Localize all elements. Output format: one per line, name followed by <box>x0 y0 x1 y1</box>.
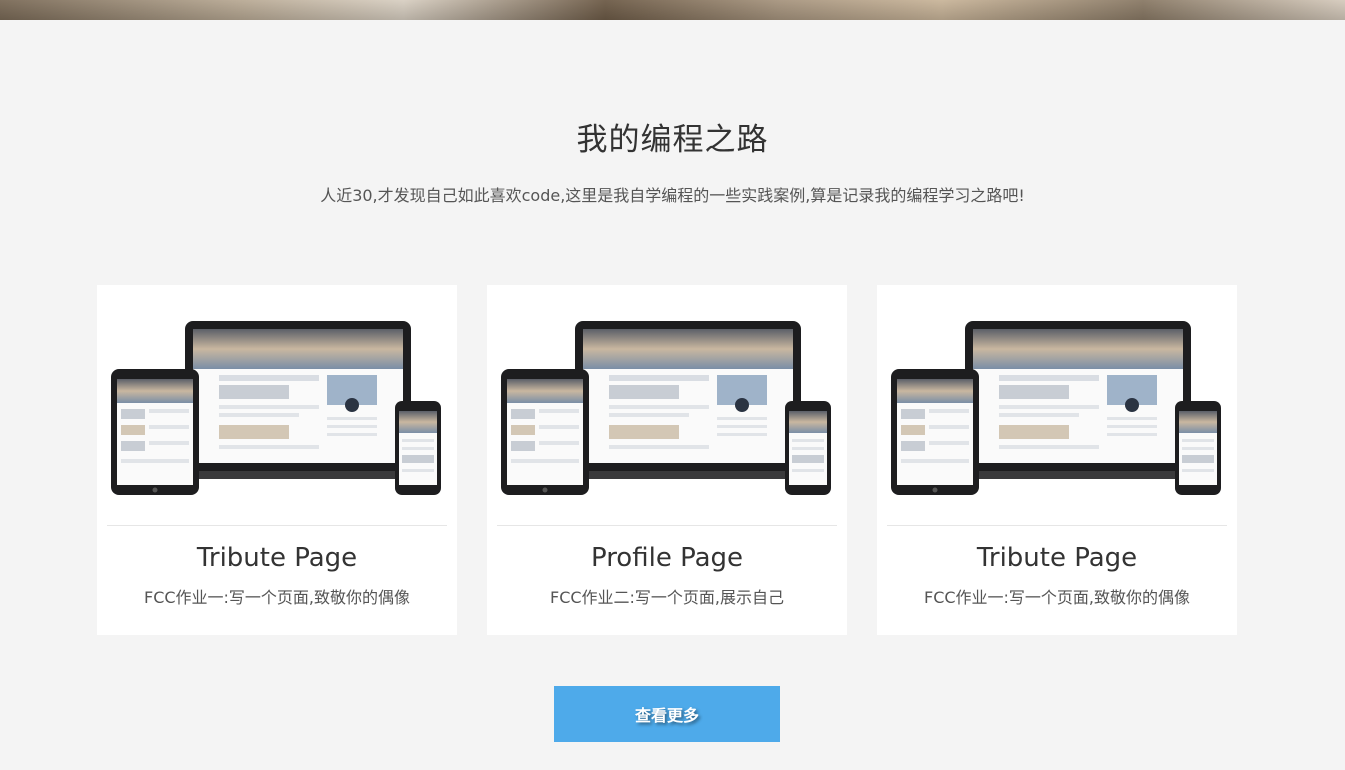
card-description: FCC作业一:写一个页面,致敬你的偶像 <box>923 588 1191 607</box>
card-title[interactable]: Tribute Page <box>97 543 457 573</box>
card-title[interactable]: Profile Page <box>487 543 847 573</box>
project-card-profile[interactable]: Profile Page FCC作业二:写一个页面,展示自己 <box>487 285 847 635</box>
devices-mockup-image <box>501 321 831 495</box>
devices-mockup-image <box>891 321 1221 495</box>
project-card-tribute-2[interactable]: Tribute Page FCC作业一:写一个页面,致敬你的偶像 <box>877 285 1237 635</box>
hero-image-strip <box>0 0 1345 20</box>
card-title[interactable]: Tribute Page <box>877 543 1237 573</box>
card-description: FCC作业二:写一个页面,展示自己 <box>549 588 785 607</box>
section-subtitle: 人近30,才发现自己如此喜欢code,这里是我自学编程的一些实践案例,算是记录我… <box>320 186 1025 205</box>
card-divider <box>887 525 1227 526</box>
card-divider <box>107 525 447 526</box>
devices-mockup-image <box>111 321 441 495</box>
view-more-button[interactable]: 查看更多 <box>554 686 780 742</box>
card-description: FCC作业一:写一个页面,致敬你的偶像 <box>143 588 411 607</box>
card-divider <box>497 525 837 526</box>
project-card-tribute-1[interactable]: Tribute Page FCC作业一:写一个页面,致敬你的偶像 <box>97 285 457 635</box>
section-title: 我的编程之路 <box>576 122 769 158</box>
